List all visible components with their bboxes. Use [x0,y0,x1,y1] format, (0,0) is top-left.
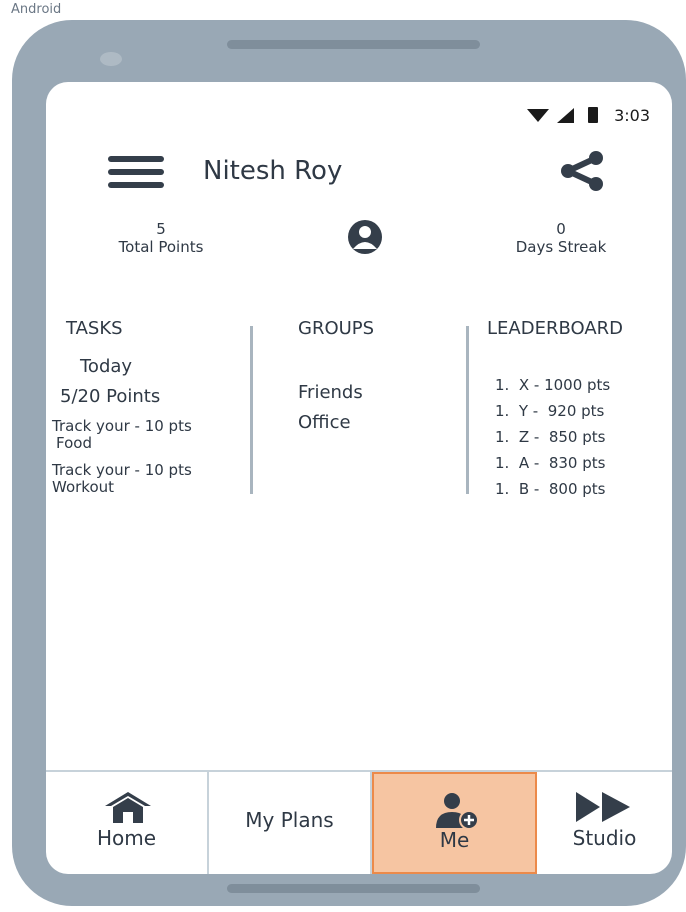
app-header: Nitesh Roy [46,148,672,194]
page-title: Nitesh Roy [203,156,343,186]
column-divider [466,326,469,494]
nav-my-plans-label: My Plans [245,808,334,832]
total-points-stat: 5 Total Points [86,220,236,256]
frame-label: Android [11,2,62,17]
leaderboard-item: 1. B - 800 pts [495,480,606,498]
front-camera [100,52,122,66]
menu-icon[interactable] [108,156,164,188]
task-item-line1: Track your - 10 pts [52,417,192,435]
bottom-speaker [227,884,480,893]
leaderboard-item: 1. Y - 920 pts [495,402,605,420]
nav-studio-label: Studio [572,826,637,850]
status-time: 3:03 [614,105,650,125]
top-speaker [227,40,480,49]
total-points-label: Total Points [118,238,204,256]
tasks-heading: TASKS [66,318,123,339]
nav-home[interactable]: Home [46,772,209,874]
home-icon [105,792,151,823]
add-user-icon [436,793,479,830]
task-item[interactable]: Track your - 10 pts Workout [52,462,252,496]
battery-icon [588,107,599,123]
task-item-line2: Food [56,434,92,452]
status-bar: 3:03 [527,105,650,125]
leaderboard-item: 1. A - 830 pts [495,454,606,472]
tasks-points-progress: 5/20 Points [60,386,161,407]
share-icon[interactable] [556,150,608,192]
task-item-line1: Track your - 10 pts [52,461,192,479]
nav-me-label: Me [439,828,470,852]
nav-studio[interactable]: Studio [537,772,672,874]
task-item[interactable]: Track your - 10 pts Food [52,418,252,452]
total-points-value: 5 [156,220,166,238]
phone-screen: 3:03 Nitesh Roy 5 Total Points 0 Days St… [46,82,672,874]
streak-label: Days Streak [515,238,607,256]
streak-stat: 0 Days Streak [486,220,636,256]
streak-value: 0 [556,220,566,238]
nav-home-label: Home [96,826,157,850]
group-item-office[interactable]: Office [298,412,351,433]
column-divider [250,326,253,494]
fast-forward-icon [576,792,630,822]
bottom-nav: Home My Plans Me Studio [46,770,672,874]
phone-frame: 3:03 Nitesh Roy 5 Total Points 0 Days St… [12,20,686,906]
groups-heading: GROUPS [298,318,375,339]
leaderboard-item: 1. Z - 850 pts [495,428,606,446]
wifi-icon [527,108,550,122]
nav-my-plans[interactable]: My Plans [209,772,372,874]
task-item-line2: Workout [52,478,115,496]
nav-me[interactable]: Me [372,772,537,874]
leaderboard-heading: LEADERBOARD [487,318,624,339]
tasks-today-label: Today [80,356,133,377]
leaderboard-item: 1. X - 1000 pts [495,376,611,394]
avatar-icon[interactable] [338,218,392,256]
group-item-friends[interactable]: Friends [298,382,363,403]
signal-icon [557,107,575,123]
